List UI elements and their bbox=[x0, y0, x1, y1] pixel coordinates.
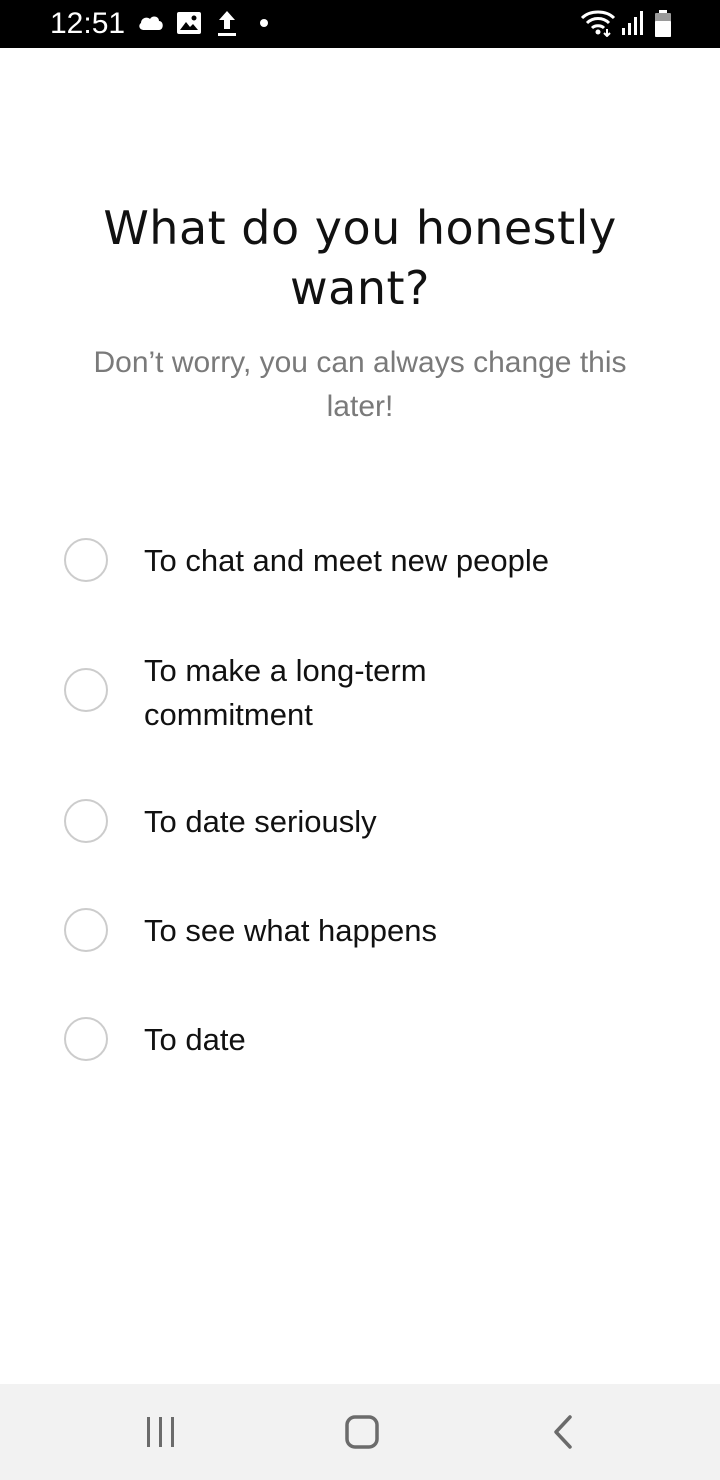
option-date-seriously[interactable]: To date seriously bbox=[64, 799, 664, 847]
radio-button[interactable] bbox=[64, 908, 108, 952]
option-label: To chat and meet new people bbox=[144, 543, 549, 578]
dot-icon bbox=[260, 19, 268, 27]
recent-apps-icon[interactable] bbox=[131, 1408, 191, 1456]
radio-button[interactable] bbox=[64, 538, 108, 582]
radio-button[interactable] bbox=[64, 799, 108, 843]
cloud-icon bbox=[139, 16, 163, 30]
option-long-term-commitment[interactable]: To make a long-term commitment bbox=[64, 648, 664, 736]
subtitle-line-1: Don’t worry, you can always change this bbox=[93, 346, 627, 379]
status-bar: 12:51 bbox=[0, 0, 720, 48]
subtitle-line-2: later! bbox=[326, 390, 394, 423]
image-icon bbox=[177, 12, 201, 34]
back-icon[interactable] bbox=[534, 1408, 594, 1456]
option-label: To date seriously bbox=[144, 804, 377, 839]
option-date[interactable]: To date bbox=[64, 1017, 664, 1065]
title-line-1: What do you honestly bbox=[103, 201, 617, 255]
page-subtitle: Don’t worry, you can always change this … bbox=[70, 341, 650, 429]
radio-button[interactable] bbox=[64, 668, 108, 712]
option-chat-and-meet[interactable]: To chat and meet new people bbox=[64, 538, 664, 586]
upload-icon bbox=[218, 11, 236, 36]
screen: 12:51 What do you honestly want? Don’t w… bbox=[0, 0, 720, 1480]
radio-button[interactable] bbox=[64, 1017, 108, 1061]
page-title: What do you honestly want? bbox=[60, 198, 660, 318]
wifi-icon bbox=[580, 10, 616, 37]
option-see-what-happens[interactable]: To see what happens bbox=[64, 908, 664, 956]
signal-icon bbox=[622, 11, 643, 35]
battery-icon bbox=[655, 10, 671, 37]
title-line-2: want? bbox=[290, 261, 430, 315]
status-time: 12:51 bbox=[50, 7, 126, 40]
option-label: To see what happens bbox=[144, 913, 437, 948]
option-label: To date bbox=[144, 1022, 246, 1057]
option-label: To make a long-term commitment bbox=[144, 653, 427, 732]
navigation-bar bbox=[0, 1384, 720, 1480]
home-icon[interactable] bbox=[331, 1408, 391, 1456]
